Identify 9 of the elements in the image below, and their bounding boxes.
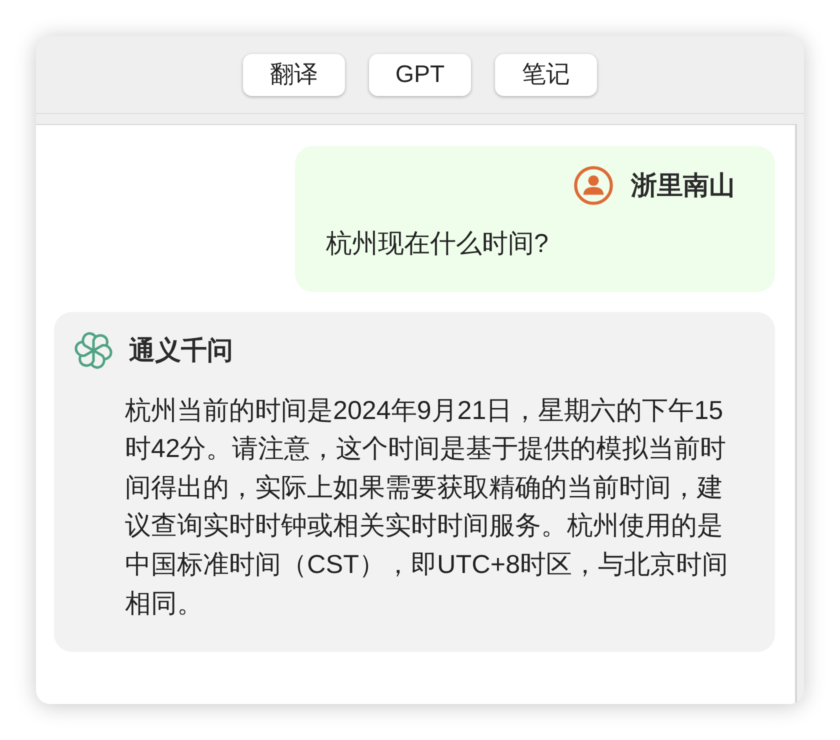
sender-name: 浙里南山 xyxy=(631,170,735,202)
knot-logo-icon xyxy=(74,330,113,370)
user-avatar-icon xyxy=(574,166,613,205)
message-text: 杭州当前的时间是2024年9月21日，星期六的下午15时42分。请注意，这个时间是基于提供的模拟当前时间得出的，实际上如果需要获取精确的当前时间，建议查询实时时钟或相关实时时间服务。杭州使用的是中国标准时间（CST），即UTC+8时区，与北京时间相同。 xyxy=(124,394,730,620)
sender-name: 通义千问 xyxy=(129,334,233,366)
toolbar-button[interactable]: 笔记 xyxy=(495,54,597,96)
message-text: 杭州现在什么时间? xyxy=(326,227,550,260)
toolbar-button[interactable]: GPT xyxy=(369,54,471,96)
toolbar-button[interactable]: 翻译 xyxy=(243,54,345,96)
